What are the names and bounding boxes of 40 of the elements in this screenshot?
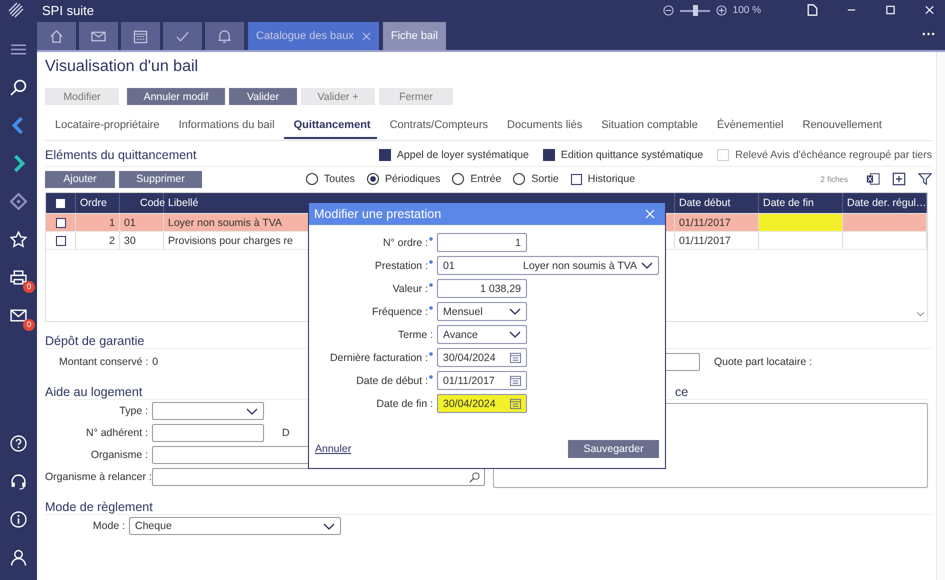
table-cell: 01/11/2017: [675, 232, 759, 249]
section-title: ce: [674, 385, 688, 399]
field-label: Prestation :: [374, 260, 433, 272]
field-label: N° adhérent :: [85, 427, 148, 439]
notification-badge: 0: [23, 280, 35, 292]
checkbox-label: Historique: [588, 173, 636, 185]
radio-label: Sortie: [531, 173, 559, 185]
field-label: Mode :: [92, 520, 125, 532]
field-label: Fréquence :: [372, 306, 433, 318]
section-title: Aide au logement: [45, 385, 142, 399]
field-label: Montant conservé :: [59, 356, 148, 368]
field-label: Type :: [118, 405, 148, 417]
radio-label: Périodiques: [384, 173, 440, 185]
page-title: Visualisation d'un bail: [45, 58, 200, 77]
radio-label: Entrée: [470, 173, 502, 185]
table-cell: 2: [76, 232, 120, 249]
field-label: Dernière facturation :: [330, 352, 433, 364]
record-count: 2 fiches: [820, 174, 848, 184]
notification-badge: 0: [23, 318, 35, 330]
section-title: Mode de règlement: [45, 500, 153, 514]
radio-label: Toutes: [324, 173, 355, 185]
checkbox-label: Relevé Avis d'échéance regroupé par tiers: [735, 149, 932, 161]
checkbox-label: Edition quittance systématique: [560, 149, 704, 161]
field-label: Organisme :: [90, 449, 148, 461]
field-label: Valeur :: [392, 282, 433, 294]
field-label: D: [282, 427, 290, 439]
zoom-reading: 100 %: [732, 4, 761, 16]
field-value: 0: [152, 356, 158, 368]
field-label: Date de fin :: [376, 398, 433, 410]
field-label: N° ordre :: [382, 236, 433, 248]
field-label: Quote part locataire :: [714, 356, 812, 368]
window-title: SPI suite: [42, 2, 94, 18]
table-cell: 30: [120, 232, 164, 249]
field-label: Terme :: [398, 328, 433, 340]
section-title: Dépôt de garantie: [45, 334, 144, 348]
section-title: Eléments du quittancement: [45, 148, 196, 162]
checkbox-label: Appel de loyer systématique: [396, 149, 529, 161]
table-cell: 1: [76, 214, 120, 231]
table-cell: 01: [120, 214, 164, 231]
field-label: Date de début :: [356, 374, 433, 386]
